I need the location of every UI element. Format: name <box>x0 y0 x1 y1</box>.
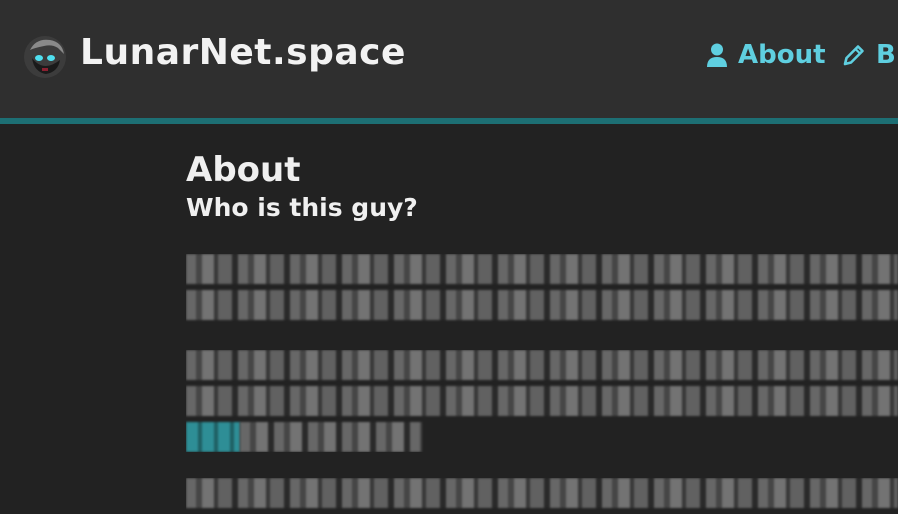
user-icon <box>707 43 727 67</box>
blurred-paragraph-2 <box>186 350 898 452</box>
nav-about-link[interactable]: About <box>706 40 826 70</box>
site-title-link[interactable]: LunarNet.space <box>80 32 406 73</box>
blurred-paragraph-3 <box>186 478 898 514</box>
pencil-icon <box>843 45 864 66</box>
blurred-paragraph-1 <box>186 254 898 326</box>
site-header: LunarNet.space About Bl <box>0 0 898 124</box>
nav-blog-label: Bl <box>876 40 898 70</box>
main-content: About Who is this guy? <box>186 148 898 508</box>
nav-blog-link[interactable]: Bl <box>842 40 898 70</box>
page-subtitle: Who is this guy? <box>186 193 418 222</box>
blurred-link[interactable] <box>186 422 240 452</box>
site-logo-icon[interactable] <box>22 34 68 80</box>
nav-about-label: About <box>738 40 826 70</box>
page-title: About <box>186 150 301 190</box>
